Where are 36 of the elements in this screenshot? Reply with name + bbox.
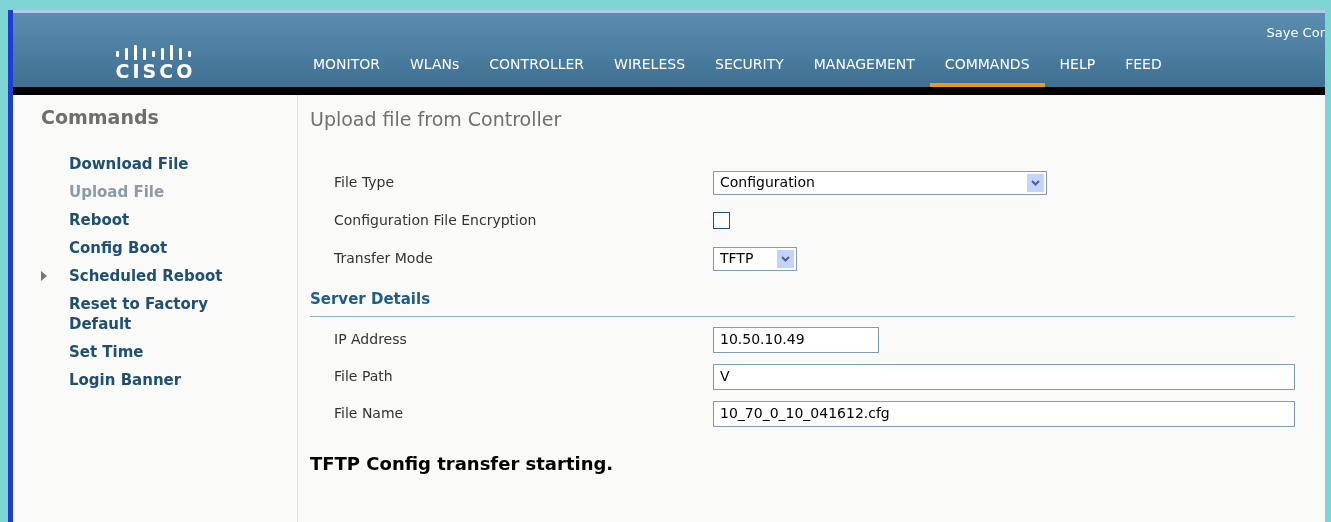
sidebar-link[interactable]: Set Time [69,341,244,362]
sidebar-title: Commands [41,105,160,130]
nav-tab[interactable]: MONITOR [298,54,395,87]
nav-tab[interactable]: WLANs [395,54,475,87]
logo-text: CISCO [115,62,196,81]
field-label: File Name [333,404,405,423]
sidebar-link[interactable]: Login Banner [69,369,244,390]
nav-tab[interactable]: HELP [1044,54,1111,87]
save-link[interactable]: Saye Cor [1266,23,1325,43]
dropdown[interactable]: TFTP [713,246,797,271]
field-label: File Path [333,367,394,386]
sidebar-link[interactable]: Reset to Factory Default [69,293,244,334]
field-label: Transfer Mode [333,249,434,268]
field-label: IP Address [333,330,408,349]
sidebar-link[interactable]: Reboot [69,209,244,230]
text-field[interactable]: 10_70_0_10_041612.cfg [713,400,1295,427]
nav-tab[interactable]: WIRELESS [599,54,701,87]
field-label: Configuration File Encryption [333,211,538,230]
page-title: Upload file from Controller [310,107,563,132]
nav-tab[interactable]: MANAGEMENT [798,54,930,87]
status-message: TFTP Config transfer starting. [310,452,615,476]
sidebar-link[interactable]: Config Boot [69,237,244,258]
field-label: File Type [333,173,396,192]
dropdown[interactable]: Configuration [713,170,1047,195]
sidebar-link[interactable]: Scheduled Reboot [69,265,244,286]
nav-tab[interactable]: CONTROLLER [474,54,600,87]
nav-tab[interactable]: SECURITY [700,54,799,87]
section-title: Server Details [310,287,1295,317]
expand-arrow-icon[interactable] [41,270,47,281]
checkbox[interactable] [713,212,730,229]
chevron-down-icon [777,249,794,268]
text-field[interactable]: 10.50.10.49 [713,326,879,353]
nav-tab[interactable]: FEED [1110,54,1177,87]
chevron-down-icon [1027,173,1044,192]
sidebar-link[interactable]: Download File [69,153,244,174]
text-field[interactable]: V [713,363,1295,390]
